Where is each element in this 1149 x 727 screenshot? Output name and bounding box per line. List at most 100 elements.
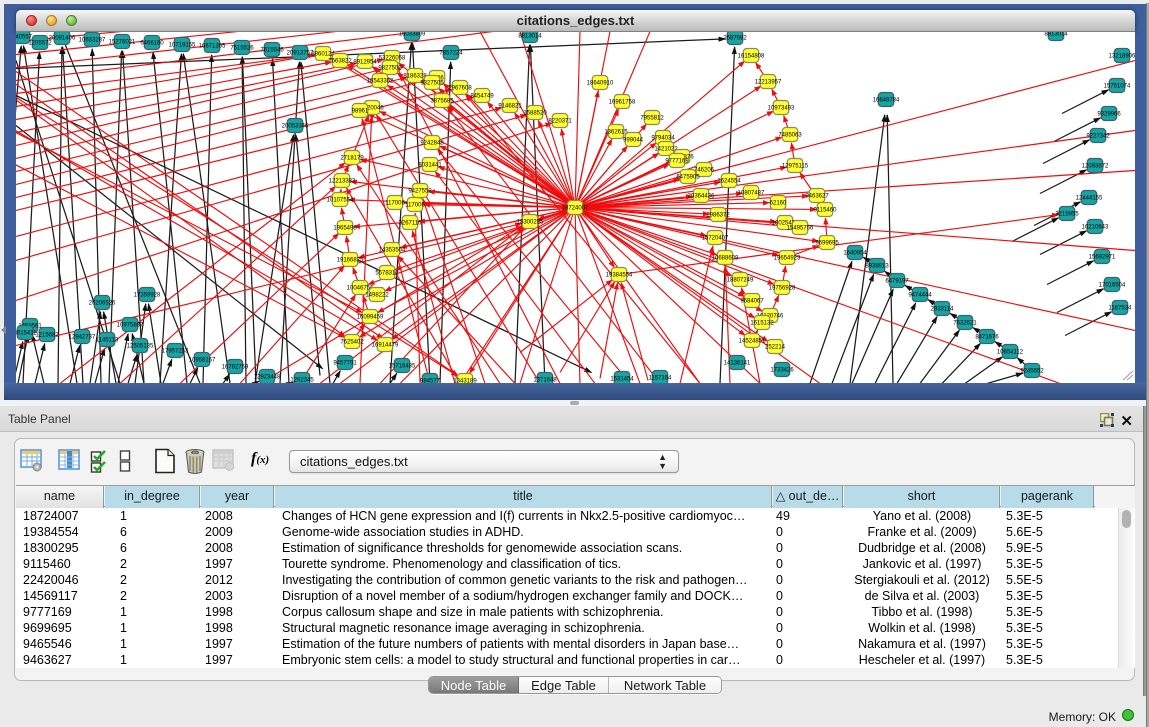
svg-text:17016504: 17016504 (1099, 282, 1126, 288)
svg-text:2687682: 2687682 (723, 35, 747, 41)
svg-text:18724007: 18724007 (562, 205, 589, 211)
svg-text:9242848: 9242848 (420, 140, 444, 146)
svg-text:62160: 62160 (770, 200, 787, 206)
svg-text:984577: 984577 (420, 378, 441, 382)
svg-text:19654923: 19654923 (774, 255, 801, 261)
svg-text:17359928: 17359928 (134, 292, 161, 298)
svg-text:2718179: 2718179 (340, 155, 364, 161)
svg-text:14353504: 14353504 (379, 247, 406, 253)
svg-text:8813014: 8813014 (518, 33, 542, 39)
svg-text:9427552: 9427552 (408, 188, 432, 194)
svg-text:18640910: 18640910 (587, 80, 614, 86)
svg-text:9827509: 9827509 (378, 65, 402, 71)
svg-text:8471676: 8471676 (975, 334, 999, 340)
svg-text:15692971: 15692971 (1089, 254, 1116, 260)
svg-text:16671355: 16671355 (199, 43, 226, 49)
svg-text:16648784: 16648784 (873, 97, 900, 103)
svg-text:7955812: 7955812 (640, 115, 664, 121)
svg-text:20091406: 20091406 (49, 35, 76, 41)
svg-text:2967608: 2967608 (448, 85, 472, 91)
svg-text:9794034: 9794034 (651, 135, 675, 141)
svg-text:9777169: 9777169 (665, 158, 689, 164)
svg-text:3267110: 3267110 (399, 220, 423, 226)
svg-text:13218906: 13218906 (1109, 53, 1135, 59)
svg-text:8813014: 8813014 (1044, 32, 1068, 38)
svg-text:10973493: 10973493 (768, 105, 795, 111)
svg-text:7857224: 7857224 (439, 50, 463, 56)
svg-text:12975115: 12975115 (782, 163, 809, 169)
svg-text:252214: 252214 (765, 344, 786, 350)
svg-text:10958167: 10958167 (189, 357, 216, 363)
svg-text:12213383: 12213383 (329, 178, 356, 184)
svg-text:1531454: 1531454 (610, 376, 634, 382)
svg-text:98961: 98961 (352, 108, 369, 114)
svg-text:9457791: 9457791 (333, 360, 357, 366)
svg-text:20913757: 20913757 (287, 50, 314, 56)
svg-text:16154808: 16154808 (738, 53, 765, 59)
svg-text:1640954: 1640954 (843, 250, 867, 256)
svg-text:3915411: 3915411 (16, 330, 37, 336)
svg-text:20364436: 20364436 (688, 193, 715, 199)
svg-text:10654112: 10654112 (997, 349, 1024, 355)
svg-text:15495756: 15495756 (787, 225, 814, 231)
svg-text:6479197: 6479197 (885, 278, 909, 284)
svg-text:15751074: 15751074 (1104, 83, 1131, 89)
svg-text:18300295: 18300295 (517, 219, 544, 225)
svg-text:1145113: 1145113 (96, 337, 119, 343)
svg-text:7625402: 7625402 (340, 339, 364, 345)
svg-text:9684067: 9684067 (740, 298, 764, 304)
svg-text:3215955: 3215955 (1055, 211, 1079, 217)
svg-text:8220371: 8220371 (548, 118, 572, 124)
svg-text:12505135: 12505135 (127, 343, 154, 349)
svg-text:19384554: 19384554 (606, 272, 633, 278)
svg-text:16033809: 16033809 (399, 32, 426, 38)
svg-text:2933114: 2933114 (931, 306, 955, 312)
svg-text:1733426: 1733426 (770, 367, 794, 373)
svg-text:14136141: 14136141 (724, 360, 751, 366)
svg-text:12213957: 12213957 (755, 79, 782, 85)
svg-text:7485063: 7485063 (778, 132, 802, 138)
svg-text:9474444: 9474444 (908, 292, 932, 298)
svg-text:16782759: 16782759 (222, 364, 249, 370)
svg-text:9327505: 9327505 (420, 80, 444, 86)
svg-text:10807487: 10807487 (738, 190, 765, 196)
svg-text:15716485: 15716485 (389, 363, 416, 369)
svg-text:16210643: 16210643 (1082, 224, 1109, 230)
svg-text:1615132: 1615132 (750, 320, 774, 326)
svg-text:14524851: 14524851 (739, 338, 766, 344)
svg-text:16961758: 16961758 (609, 99, 636, 105)
svg-text:12942737: 12942737 (69, 334, 96, 340)
svg-text:1498222: 1498222 (365, 292, 389, 298)
svg-text:19756928: 19756928 (769, 285, 796, 291)
svg-text:1292345: 1292345 (290, 377, 314, 382)
svg-text:1371648: 1371648 (533, 377, 557, 382)
svg-text:10975887: 10975887 (117, 322, 144, 328)
svg-text:17957253: 17957253 (162, 348, 189, 354)
svg-text:6466160: 6466160 (140, 40, 164, 46)
svg-text:8454749: 8454749 (470, 93, 494, 99)
svg-text:746206: 746206 (694, 167, 715, 173)
svg-text:20053346: 20053346 (282, 123, 309, 129)
svg-text:1215682: 1215682 (35, 332, 59, 338)
svg-text:8912954: 8912954 (353, 59, 377, 65)
svg-text:9699695: 9699695 (815, 240, 839, 246)
svg-text:117006: 117006 (385, 200, 405, 206)
svg-text:12093872: 12093872 (1082, 163, 1109, 169)
svg-text:9463627: 9463627 (805, 193, 829, 199)
svg-text:9115460: 9115460 (814, 207, 838, 213)
svg-text:9329966: 9329966 (1097, 111, 1121, 117)
svg-text:12444155: 12444155 (1076, 195, 1103, 201)
svg-text:19166825: 19166825 (337, 257, 364, 263)
svg-text:15276021: 15276021 (109, 39, 136, 45)
svg-text:10688609: 10688609 (712, 255, 739, 261)
svg-text:10719155: 10719155 (169, 42, 196, 48)
svg-text:12923448: 12923448 (254, 374, 281, 380)
svg-text:1362615: 1362615 (604, 129, 628, 135)
svg-text:10107554: 10107554 (327, 197, 354, 203)
svg-text:9227342: 9227342 (1086, 133, 1110, 139)
svg-text:7663822: 7663822 (328, 58, 352, 64)
svg-text:15720407: 15720407 (702, 235, 729, 241)
svg-text:18807249: 18807249 (727, 277, 754, 283)
svg-text:7632621: 7632621 (953, 320, 977, 326)
svg-text:8031441: 8031441 (418, 162, 442, 168)
